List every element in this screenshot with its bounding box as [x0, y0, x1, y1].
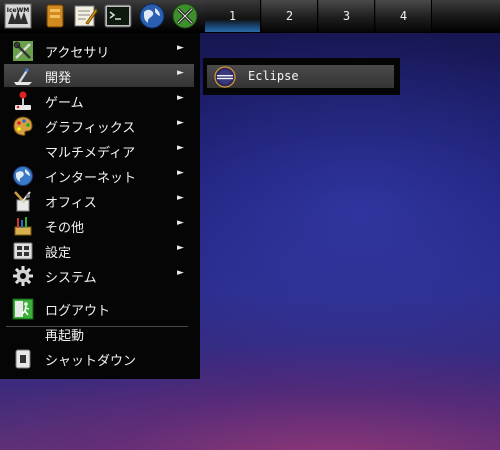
menu-item-label: インターネット — [45, 171, 137, 186]
submenu-arrow-icon: ► — [177, 118, 184, 128]
other-tools-icon — [12, 215, 34, 237]
terminal-launcher[interactable] — [103, 1, 133, 31]
menu-item-label: ログアウト — [45, 304, 111, 319]
menu-item-label: オフィス — [45, 196, 97, 211]
submenu-arrow-icon: ► — [177, 218, 184, 228]
menu-item-development[interactable]: 開発 ► — [4, 64, 194, 87]
menu-item-other[interactable]: その他 ► — [4, 214, 194, 237]
menu-item-label: 再起動 — [45, 329, 85, 344]
submenu-arrow-icon: ► — [177, 68, 184, 78]
menu-item-settings[interactable]: 設定 ► — [4, 239, 194, 262]
submenu-arrow-icon: ► — [177, 93, 184, 103]
menu-item-label: ゲーム — [45, 96, 84, 111]
menu-item-logout[interactable]: ログアウト — [4, 297, 194, 320]
submenu-arrow-icon: ► — [177, 168, 184, 178]
icewm-logo-icon: IceWM — [4, 3, 32, 29]
menu-item-restart[interactable]: 再起動 — [4, 322, 194, 345]
menu-item-graphics[interactable]: グラフィックス ► — [4, 114, 194, 137]
menu-item-office[interactable]: オフィス ► — [4, 189, 194, 212]
start-menu-button[interactable]: IceWM — [3, 1, 33, 31]
menu-item-label: マルチメディア — [45, 146, 136, 161]
submenu-arrow-icon: ► — [177, 143, 184, 153]
terminal-icon — [104, 4, 132, 28]
file-manager-launcher[interactable] — [40, 1, 70, 31]
menu-item-games[interactable]: ゲーム ► — [4, 89, 194, 112]
taskbar: IceWM 1 2 3 4 — [0, 0, 500, 33]
accessories-icon — [12, 40, 34, 62]
web-browser-icon — [139, 3, 165, 29]
menu-item-label: 設定 — [45, 246, 72, 261]
workspace-4-button[interactable]: 4 — [376, 0, 432, 32]
system-gear-icon — [12, 265, 34, 287]
settings-icon — [12, 240, 34, 262]
workspace-1-button[interactable]: 1 — [205, 0, 261, 32]
internet-globe-icon — [12, 165, 34, 187]
text-editor-launcher[interactable] — [70, 1, 100, 31]
eclipse-icon — [214, 66, 236, 88]
development-icon — [12, 65, 34, 87]
shutdown-icon — [12, 348, 34, 370]
xfe-tools-icon — [172, 3, 198, 29]
tools-launcher[interactable] — [170, 1, 200, 31]
icewm-logo-text: IceWM — [7, 7, 29, 14]
logout-icon — [12, 298, 34, 320]
workspace-switcher: 1 2 3 4 — [205, 0, 435, 32]
workspace-3-button[interactable]: 3 — [319, 0, 375, 32]
office-icon — [12, 190, 34, 212]
menu-item-shutdown[interactable]: シャットダウン — [4, 347, 194, 370]
start-menu: アクセサリ ► 開発 ► ゲーム ► グラフィックス ► マルチメディア ► イ… — [0, 33, 200, 379]
menu-item-label: その他 — [45, 221, 85, 236]
development-submenu: Eclipse — [203, 58, 400, 95]
menu-item-label: システム — [45, 271, 97, 286]
menu-item-label: グラフィックス — [45, 121, 136, 136]
file-manager-icon — [46, 4, 64, 28]
menu-item-system[interactable]: システム ► — [4, 264, 194, 287]
submenu-item-eclipse[interactable]: Eclipse — [207, 65, 394, 88]
menu-item-internet[interactable]: インターネット ► — [4, 164, 194, 187]
submenu-arrow-icon: ► — [177, 243, 184, 253]
submenu-item-label: Eclipse — [248, 69, 299, 83]
menu-item-multimedia[interactable]: マルチメディア ► — [4, 139, 194, 162]
menu-item-label: シャットダウン — [45, 354, 137, 369]
workspace-2-button[interactable]: 2 — [262, 0, 318, 32]
text-editor-icon — [74, 5, 98, 27]
graphics-palette-icon — [12, 115, 34, 137]
submenu-arrow-icon: ► — [177, 268, 184, 278]
menu-item-accessories[interactable]: アクセサリ ► — [4, 39, 194, 62]
menu-item-label: アクセサリ — [45, 46, 110, 61]
submenu-arrow-icon: ► — [177, 193, 184, 203]
submenu-arrow-icon: ► — [177, 43, 184, 53]
games-joystick-icon — [12, 90, 34, 112]
menu-item-label: 開発 — [45, 71, 72, 86]
web-browser-launcher[interactable] — [137, 1, 167, 31]
